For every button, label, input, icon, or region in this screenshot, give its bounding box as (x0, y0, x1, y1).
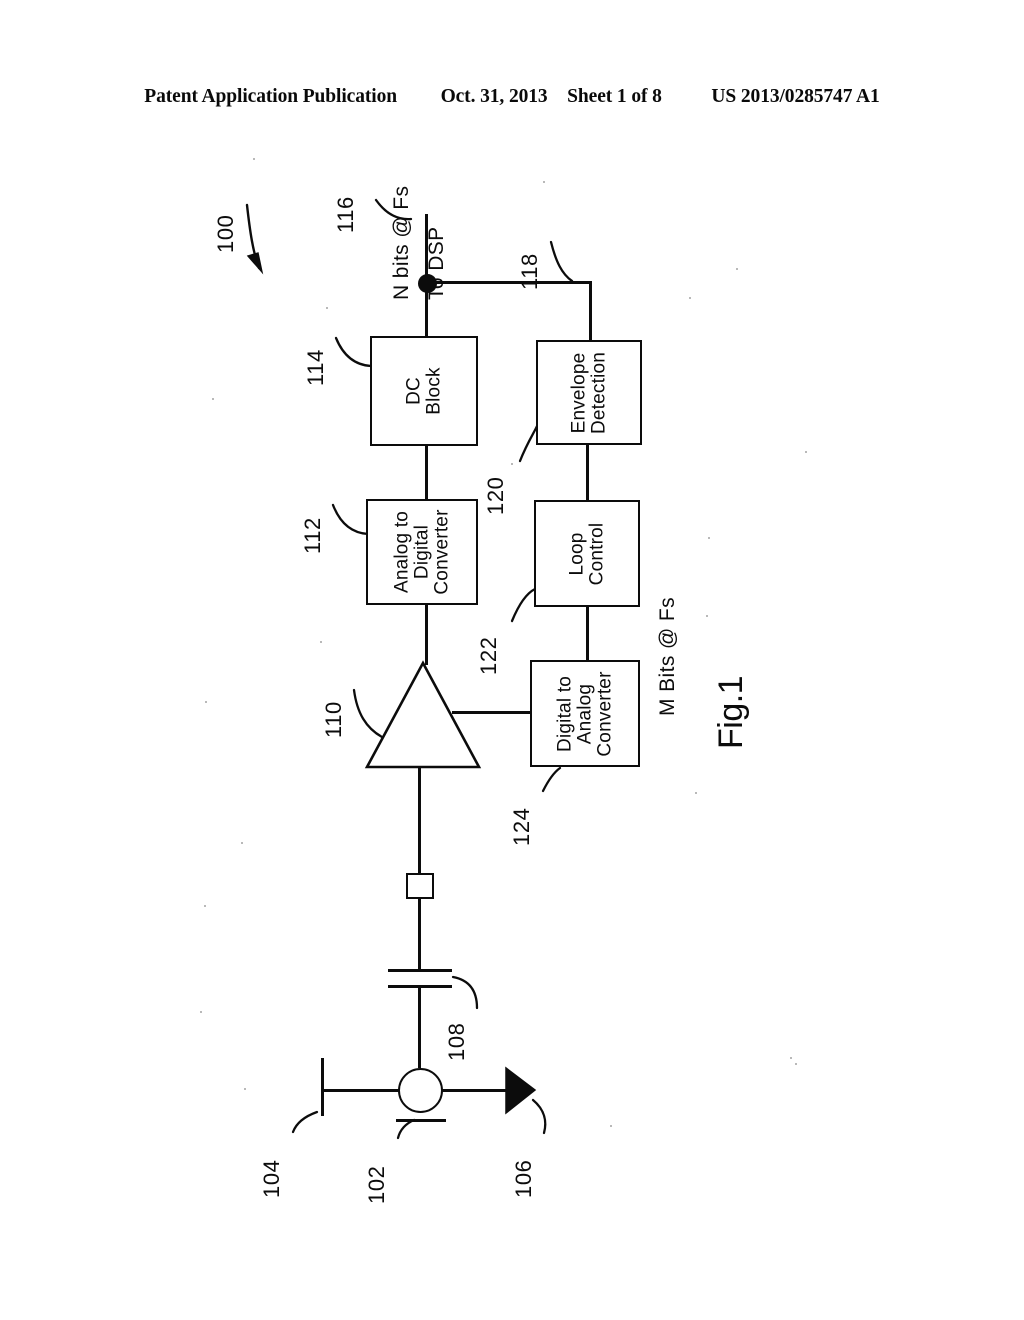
scan-speck (805, 451, 807, 453)
wire-adc-to-dcblock (425, 445, 428, 501)
lead-arrowhead-100 (246, 252, 264, 275)
lead-line-122 (510, 587, 537, 623)
scan-speck (200, 1011, 202, 1013)
circulator-reference-bar (396, 1119, 446, 1122)
block-loop-control[interactable]: Loop Control (534, 500, 640, 607)
capacitor-plate-bottom (388, 985, 452, 988)
block-analog-to-digital-converter[interactable]: Analog to Digital Converter (366, 499, 478, 605)
scan-speck (204, 905, 206, 907)
scan-speck (708, 537, 710, 539)
lead-line-112 (331, 503, 370, 536)
lead-line-110 (352, 688, 384, 739)
figure-vector-overlay (245, 198, 574, 1140)
lead-line-106 (531, 1098, 547, 1135)
wire-feedback-tap-horizontal (427, 281, 592, 284)
wire-attenuator-to-capacitor (418, 897, 421, 971)
reference-numeral-114: 114 (303, 349, 328, 386)
block-adc-label: Analog to Digital Converter (391, 509, 452, 595)
patent-drawing-page: Patent Application Publication Oct. 31, … (0, 0, 1024, 1320)
block-dc-block[interactable]: DC Block (370, 336, 478, 446)
scan-speck (212, 398, 214, 400)
scan-speck (706, 615, 708, 617)
scan-speck (610, 1125, 612, 1127)
scan-speck (795, 1063, 797, 1065)
scan-speck (326, 307, 328, 309)
annotation-to-dsp: To DSP (425, 226, 448, 300)
wire-loopcontrol-to-dac (586, 605, 589, 662)
wire-amplifier-to-adc (425, 603, 428, 665)
scan-speck (241, 842, 243, 844)
scan-speck (689, 297, 691, 299)
reference-numeral-120: 120 (483, 476, 508, 515)
annotation-n-bits: N bits @ Fs (390, 185, 413, 300)
scan-speck (790, 1057, 792, 1059)
reference-numeral-110: 110 (321, 701, 346, 738)
scan-speck (543, 181, 545, 183)
wire-amplifier-to-attenuator (418, 767, 421, 875)
reference-numeral-100: 100 (213, 214, 238, 253)
lead-line-100 (245, 203, 261, 270)
reference-numeral-112: 112 (300, 517, 325, 554)
block-digital-to-analog-converter[interactable]: Digital to Analog Converter (530, 660, 640, 767)
lead-line-120 (518, 424, 539, 463)
reference-numeral-108: 108 (444, 1022, 469, 1061)
lead-line-102 (396, 1118, 416, 1140)
wire-circulator-to-termination (442, 1089, 508, 1092)
lead-line-114 (334, 336, 373, 368)
block-dc-block-label: DC Block (403, 367, 444, 415)
scan-speck (253, 158, 255, 160)
header-patent-number: US 2013/0285747 A1 (711, 86, 880, 107)
capacitor-plate-top (388, 969, 452, 972)
reference-numeral-118: 118 (517, 253, 542, 290)
reference-numeral-104: 104 (259, 1159, 284, 1198)
scan-speck (695, 792, 697, 794)
wire-feedback-tap-vertical (589, 281, 592, 342)
amplifier-triangle-symbol (364, 660, 482, 769)
antenna-port-bar (321, 1058, 324, 1116)
lead-line-104 (291, 1110, 319, 1134)
scan-speck (320, 641, 322, 643)
circulator-symbol (398, 1068, 443, 1113)
block-envelope-detection-label: Envelope Detection (568, 351, 609, 434)
wire-envelope-to-loopcontrol (586, 443, 589, 502)
reference-numeral-116: 116 (333, 196, 358, 233)
lead-line-108 (451, 975, 479, 1010)
block-envelope-detection[interactable]: Envelope Detection (536, 340, 642, 445)
annotation-m-bits: M Bits @ Fs (656, 596, 679, 716)
reference-numeral-124: 124 (509, 807, 534, 846)
wire-circulator-to-antenna (322, 1089, 399, 1092)
block-dac-label: Digital to Analog Converter (554, 670, 615, 757)
wire-capacitor-to-circulator (418, 987, 421, 1068)
reference-numeral-102: 102 (364, 1165, 389, 1204)
attenuator-square-symbol (406, 873, 434, 899)
scan-speck (736, 268, 738, 270)
header-date: Oct. 31, 2013 (440, 86, 548, 107)
reference-numeral-106: 106 (511, 1159, 536, 1198)
lead-line-118 (549, 240, 574, 283)
termination-arrow-symbol (505, 1066, 537, 1115)
scan-speck (244, 1088, 246, 1090)
page-header: Patent Application Publication Oct. 31, … (0, 86, 1024, 108)
scan-speck (511, 463, 513, 465)
block-loop-control-label: Loop Control (566, 522, 607, 585)
lead-line-124 (541, 766, 562, 793)
header-sheet: Sheet 1 of 8 (567, 86, 662, 107)
header-publication-label: Patent Application Publication (144, 86, 397, 107)
scan-speck (205, 701, 207, 703)
reference-numeral-122: 122 (476, 636, 501, 675)
figure-label: Fig.1 (712, 675, 750, 749)
wire-dac-to-amplifier (452, 711, 532, 714)
